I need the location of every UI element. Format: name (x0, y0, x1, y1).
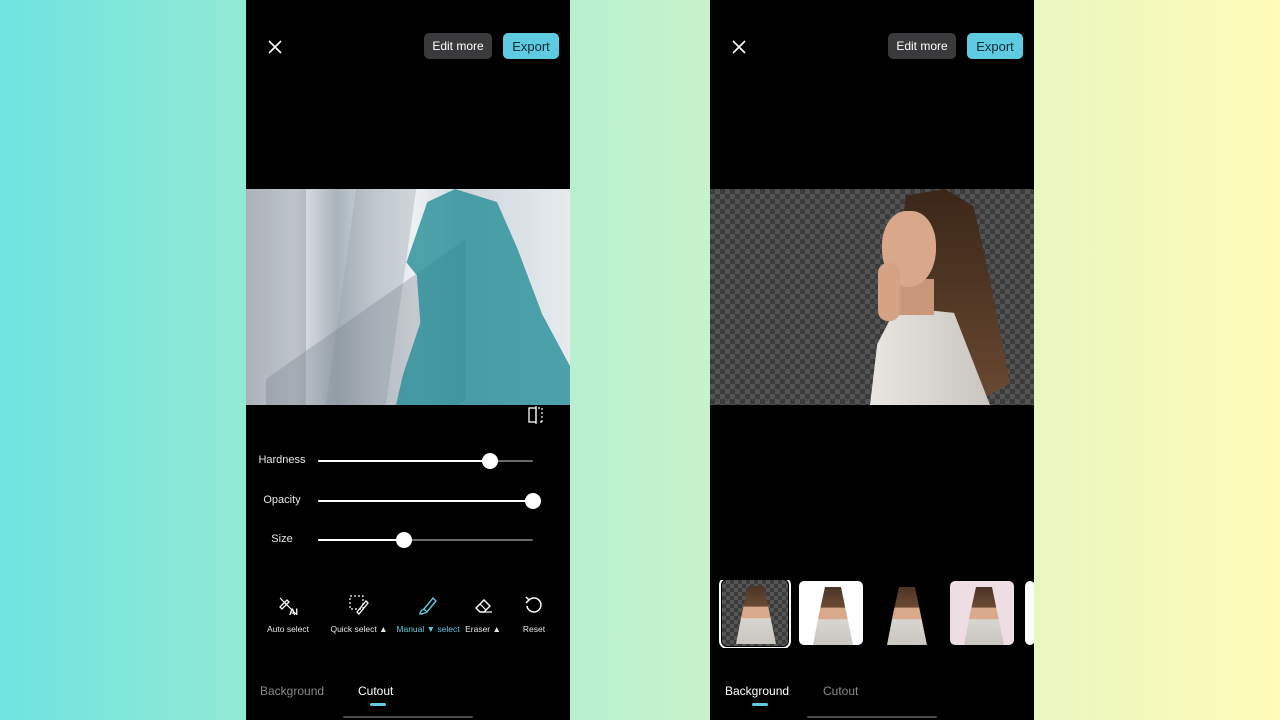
tab-background[interactable]: Background (260, 684, 324, 698)
home-indicator (343, 716, 473, 718)
bottom-tab-bar: Background Cutout (710, 680, 1034, 710)
quick-select-icon (349, 595, 369, 615)
tab-cutout[interactable]: Cutout (823, 684, 858, 698)
export-button[interactable]: Export (503, 33, 559, 59)
close-button[interactable] (264, 36, 286, 58)
size-slider-row: Size (246, 528, 570, 552)
background-editor-screen: Edit more Export Background Cutout (710, 0, 1034, 720)
tab-background[interactable]: Background (725, 684, 789, 698)
hardness-label: Hardness (258, 454, 306, 466)
cutout-preview-canvas[interactable] (710, 189, 1034, 405)
size-slider[interactable] (318, 532, 533, 548)
reset-icon (525, 596, 542, 613)
size-label: Size (271, 533, 293, 545)
reset-label: Reset (522, 624, 546, 634)
background-option-more[interactable] (1025, 581, 1034, 645)
selected-subject-mask (396, 189, 570, 405)
compare-button[interactable] (528, 406, 544, 424)
reset-tool[interactable]: Reset (502, 594, 566, 634)
svg-text:AI: AI (289, 607, 298, 616)
close-icon (268, 40, 282, 54)
compare-icon (528, 406, 543, 424)
eraser-icon (475, 599, 492, 613)
background-options (710, 580, 1034, 648)
hardness-slider[interactable] (318, 453, 533, 469)
hardness-slider-row: Hardness (246, 449, 570, 473)
close-button[interactable] (728, 36, 750, 58)
export-button[interactable]: Export (967, 33, 1023, 59)
close-icon (732, 40, 746, 54)
selection-toolbar: AI Auto select Quick select ▲ Manual ▼ s… (246, 594, 570, 654)
quick-select-tool[interactable]: Quick select ▲ (327, 594, 391, 634)
auto-select-tool[interactable]: AI Auto select (256, 594, 320, 634)
cutout-subject (860, 189, 1034, 405)
auto-select-label: Auto select (266, 624, 310, 634)
home-indicator (807, 716, 937, 718)
bottom-tab-bar: Background Cutout (246, 680, 570, 710)
cutout-editor-screen: Edit more Export Hardness Opacity Size A… (246, 0, 570, 720)
background-option-transparent[interactable] (719, 580, 791, 648)
background-option-white[interactable] (799, 581, 863, 645)
opacity-slider-thumb[interactable] (525, 493, 541, 509)
quick-select-label: Quick select ▲ (330, 624, 388, 634)
tab-cutout[interactable]: Cutout (358, 684, 393, 698)
opacity-slider-row: Opacity (246, 489, 570, 513)
edit-more-button[interactable]: Edit more (424, 33, 492, 59)
background-option-transparent-dark[interactable] (873, 581, 937, 645)
photo-canvas[interactable] (246, 189, 570, 405)
opacity-label: Opacity (263, 494, 301, 506)
background-option-pink[interactable] (950, 581, 1014, 645)
auto-select-ai-icon: AI (279, 597, 298, 616)
brush-icon (419, 596, 437, 615)
size-slider-thumb[interactable] (396, 532, 412, 548)
hardness-slider-thumb[interactable] (482, 453, 498, 469)
opacity-slider[interactable] (318, 493, 541, 509)
edit-more-button[interactable]: Edit more (888, 33, 956, 59)
active-tab-indicator (370, 703, 386, 706)
active-tab-indicator (752, 703, 768, 706)
